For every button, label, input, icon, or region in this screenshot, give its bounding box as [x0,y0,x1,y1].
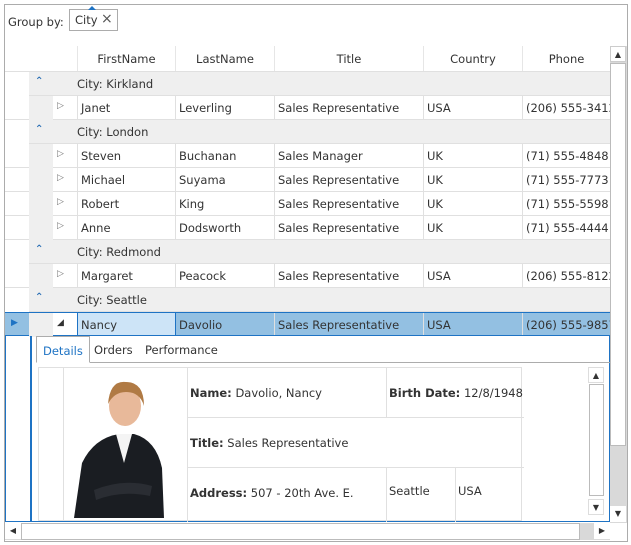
group-row[interactable]: ⌃ City: Seattle [29,288,610,312]
cell-firstname[interactable]: Michael [77,168,175,191]
cell-phone[interactable]: (206) 555-8122 [522,264,610,287]
scrollbar-thumb[interactable] [610,63,626,446]
table-row-selected[interactable]: ▶ ◢ Nancy Davolio Sales Representative U… [5,312,610,337]
expand-row-icon[interactable]: ▷ [57,221,64,231]
cell-lastname[interactable]: Leverling [175,96,274,119]
tab-orders[interactable]: Orders [88,336,139,363]
cell-lastname[interactable]: Buchanan [175,144,274,167]
tab-details[interactable]: Details [36,336,90,363]
scrollbar-thumb[interactable] [21,523,580,540]
collapse-group-icon[interactable]: ⌃ [35,244,43,255]
expand-row-icon[interactable]: ▷ [57,197,64,207]
scrollbar-thumb[interactable] [589,384,604,496]
cell-title[interactable]: Sales Representative [274,216,423,239]
tab-performance[interactable]: Performance [139,336,224,363]
cell-title[interactable]: Sales Representative [274,168,423,191]
expand-row-icon[interactable]: ▷ [57,269,64,279]
employee-photo [63,368,188,520]
collapse-group-icon[interactable]: ⌃ [35,76,43,87]
cell-country[interactable]: UK [423,144,522,167]
group-label: City: Kirkland [77,77,154,91]
cell-title[interactable]: Sales Manager [274,144,423,167]
table-row[interactable]: ▷ Margaret Peacock Sales Representative USA(… [5,264,610,288]
cell-phone[interactable]: (71) 555-4444 [522,216,610,239]
cell-phone[interactable]: (71) 555-7773 [522,168,610,191]
table-row[interactable]: ▷ Robert King Sales Representative UK (71) 55… [5,192,610,216]
field-country: USA [455,468,524,522]
cell-title[interactable]: Sales Representative [274,313,423,335]
group-row[interactable]: ⌃ City: London [29,120,610,144]
table-row[interactable]: ▷ Janet Leverling Sales Representative USA (2… [5,96,610,120]
cell-title[interactable]: Sales Representative [274,96,423,119]
cell-firstname[interactable]: Nancy [77,313,175,335]
horizontal-scrollbar[interactable]: ◀ ▶ [5,523,610,540]
header-firstname[interactable]: FirstName [77,46,175,71]
field-name: Name: Davolio, Nancy [187,368,386,418]
header-country[interactable]: Country [423,46,522,71]
scroll-right-icon[interactable]: ▶ [594,523,610,539]
header-lastname[interactable]: LastName [175,46,274,71]
cell-country[interactable]: USA [423,96,522,119]
cell-phone[interactable]: (71) 555-4848 [522,144,610,167]
cell-country[interactable]: UK [423,192,522,215]
current-row-indicator-icon: ▶ [11,318,18,328]
cell-title[interactable]: Sales Representative [274,192,423,215]
collapse-row-icon[interactable]: ◢ [57,318,64,328]
scroll-up-icon[interactable]: ▲ [588,367,604,383]
cell-firstname[interactable]: Robert [77,192,175,215]
cell-phone[interactable]: (206) 555-3412 [522,96,610,119]
employee-card: Name: Davolio, Nancy Birth Date: 12/8/19… [38,367,524,522]
table-row[interactable]: ▷ Steven Buchanan Sales Manager UK (71) 555-4… [5,144,610,168]
cell-lastname[interactable]: King [175,192,274,215]
cell-firstname[interactable]: Anne [77,216,175,239]
cell-phone[interactable]: (206) 555-9857 [522,313,610,335]
header-phone[interactable]: Phone [522,46,610,71]
cell-phone[interactable]: (71) 555-5598 [522,192,610,215]
details-tabs: Details Orders Performance [36,336,610,363]
collapse-group-icon[interactable]: ⌃ [35,124,43,135]
expand-row-icon[interactable]: ▷ [57,149,64,159]
field-address: Address: 507 - 20th Ave. E. [187,468,386,522]
cell-country[interactable]: USA [423,313,522,335]
cell-lastname[interactable]: Dodsworth [175,216,274,239]
scroll-down-icon[interactable]: ▼ [588,499,604,515]
scroll-left-icon[interactable]: ◀ [5,523,21,539]
collapse-group-icon[interactable]: ⌃ [35,292,43,303]
scroll-up-icon[interactable]: ▲ [610,46,626,62]
close-icon[interactable]: × [101,11,113,27]
group-row[interactable]: ⌃ City: Kirkland [29,72,610,96]
cell-country[interactable]: USA [423,264,522,287]
expand-row-icon[interactable]: ▷ [57,173,64,183]
row-details: Details Orders Performance Name: Davolio… [5,336,610,522]
vertical-scrollbar[interactable]: ▲ ▼ [610,46,627,523]
group-label: City: Seattle [77,293,147,307]
group-chip-city[interactable]: City × [69,6,118,31]
field-title: Title: Sales Representative [187,418,524,468]
cell-title[interactable]: Sales Representative [274,264,423,287]
group-label: City: London [77,125,149,139]
field-birth-date: Birth Date: 12/8/1948 [386,368,524,418]
details-vertical-scrollbar[interactable]: ▲ ▼ [588,367,606,517]
expand-row-icon[interactable]: ▷ [57,101,64,111]
cell-lastname[interactable]: Suyama [175,168,274,191]
cell-country[interactable]: UK [423,168,522,191]
group-by-label: Group by: [8,15,64,29]
column-header-row: FirstName LastName Title Country Phone [5,46,610,72]
field-city: Seattle [386,468,455,522]
cell-country[interactable]: UK [423,216,522,239]
table-row[interactable]: ▷ Anne Dodsworth Sales Representative UK (71)… [5,216,610,240]
header-title[interactable]: Title [274,46,423,71]
scroll-down-icon[interactable]: ▼ [610,506,626,522]
cell-lastname[interactable]: Davolio [175,313,274,335]
group-label: City: Redmond [77,245,161,259]
cell-firstname[interactable]: Steven [77,144,175,167]
sort-ascending-icon [88,6,96,10]
cell-firstname[interactable]: Janet [77,96,175,119]
table-row[interactable]: ▷ Michael Suyama Sales Representative UK (71)… [5,168,610,192]
group-row[interactable]: ⌃ City: Redmond [29,240,610,264]
cell-firstname[interactable]: Margaret [77,264,175,287]
group-chip-label: City [75,13,98,27]
cell-lastname[interactable]: Peacock [175,264,274,287]
